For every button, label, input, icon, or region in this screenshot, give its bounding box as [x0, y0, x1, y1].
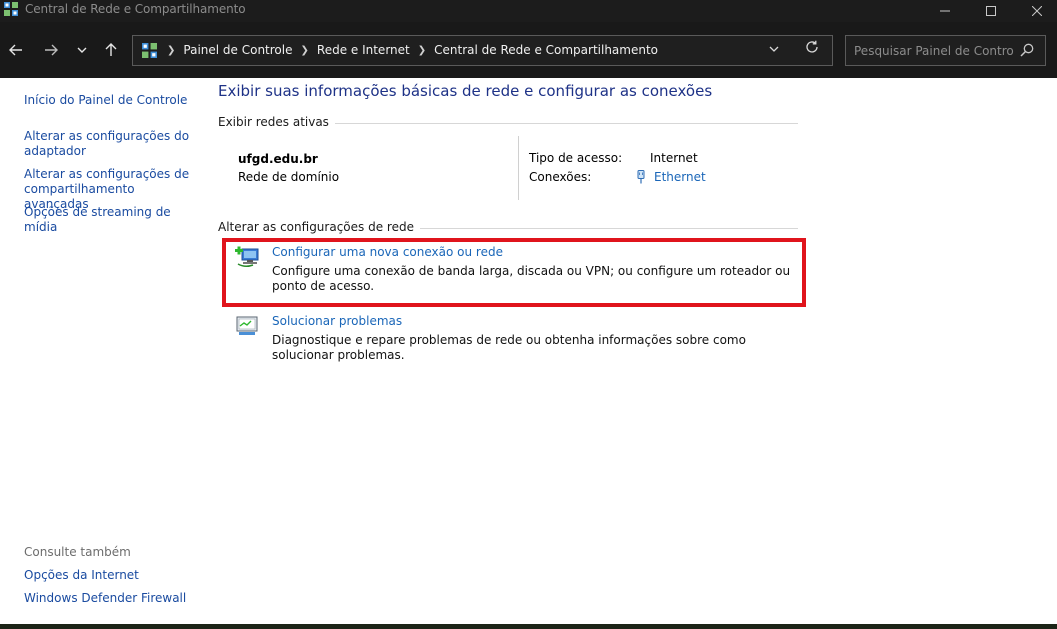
task-new-connection: Configurar uma nova conexão ou rede Conf…: [235, 245, 795, 295]
left-navigation-pane: Início do Painel de Controle Alterar as …: [0, 78, 205, 629]
close-button[interactable]: [1014, 0, 1057, 22]
address-toolbar: ❯ Painel de Controle ❯ Rede e Internet ❯…: [0, 22, 1057, 78]
troubleshoot-icon: [236, 316, 258, 335]
setup-new-connection-description: Configure uma conexão de banda larga, di…: [272, 264, 791, 293]
refresh-button[interactable]: [805, 40, 819, 58]
search-icon[interactable]: [1019, 42, 1035, 58]
search-input[interactable]: [854, 42, 1014, 60]
ethernet-link-label[interactable]: Ethernet: [654, 170, 706, 184]
chevron-right-icon: ❯: [167, 44, 176, 56]
breadcrumb-painel-de-controle[interactable]: Painel de Controle: [183, 43, 292, 57]
troubleshoot-link[interactable]: Solucionar problemas: [272, 314, 402, 328]
connections-label: Conexões:: [529, 170, 592, 184]
maximize-icon: [986, 6, 996, 16]
bottom-edge: [0, 624, 1057, 629]
refresh-icon: [806, 40, 818, 53]
back-button[interactable]: [5, 39, 27, 61]
sidebar-link-internet-options[interactable]: Opções da Internet: [24, 568, 199, 583]
sidebar-link-adapter-settings[interactable]: Alterar as configurações do adaptador: [24, 129, 199, 159]
troubleshoot-description: Diagnostique e repare problemas de rede …: [272, 333, 746, 362]
arrow-up-icon: [105, 43, 117, 56]
recent-locations-button[interactable]: [71, 39, 93, 61]
network-name: ufgd.edu.br: [238, 152, 318, 166]
sidebar-link-home[interactable]: Início do Painel de Controle: [24, 93, 199, 108]
arrow-left-icon: [9, 44, 22, 56]
chevron-down-icon: [77, 47, 87, 53]
chevron-right-icon[interactable]: ❯: [301, 45, 309, 56]
vertical-divider: [518, 136, 519, 200]
window-title: Central de Rede e Compartilhamento: [25, 2, 246, 16]
ethernet-connection-link[interactable]: Ethernet: [635, 170, 706, 184]
task-troubleshoot: Solucionar problemas Diagnostique e repa…: [235, 314, 795, 364]
network-type[interactable]: Rede de domínio: [238, 170, 339, 184]
breadcrumb-central-de-rede[interactable]: Central de Rede e Compartilhamento: [434, 43, 658, 57]
maximize-button[interactable]: [968, 0, 1014, 22]
active-networks-heading: Exibir redes ativas: [218, 115, 335, 129]
sidebar-link-defender-firewall[interactable]: Windows Defender Firewall: [24, 591, 199, 606]
close-icon: [1032, 6, 1042, 16]
minimize-button[interactable]: [922, 0, 968, 22]
address-bar[interactable]: ❯ Painel de Controle ❯ Rede e Internet ❯…: [132, 35, 833, 66]
search-box[interactable]: [845, 35, 1046, 66]
network-center-icon: [4, 2, 18, 16]
page-title: Exibir suas informações básicas de rede …: [218, 82, 713, 100]
forward-button[interactable]: [40, 39, 62, 61]
sidebar-link-media-streaming[interactable]: Opções de streaming de mídia: [24, 205, 199, 235]
address-dropdown-button[interactable]: [769, 42, 779, 56]
new-connection-icon: [235, 246, 259, 268]
title-bar: Central de Rede e Compartilhamento: [0, 0, 1057, 22]
access-type-label: Tipo de acesso:: [529, 151, 623, 165]
up-button[interactable]: [100, 39, 122, 61]
chevron-right-icon[interactable]: ❯: [418, 45, 426, 56]
setup-new-connection-link[interactable]: Configurar uma nova conexão ou rede: [272, 245, 503, 259]
minimize-icon: [940, 10, 950, 12]
main-content: Exibir suas informações básicas de rede …: [205, 78, 1057, 629]
see-also-heading: Consulte também: [24, 545, 131, 559]
access-type-value: Internet: [650, 151, 698, 165]
ethernet-icon: [637, 170, 645, 184]
change-settings-heading: Alterar as configurações de rede: [218, 220, 420, 234]
arrow-right-icon: [45, 44, 58, 56]
breadcrumb: ❯ Painel de Controle ❯ Rede e Internet ❯…: [163, 43, 662, 57]
breadcrumb-rede-e-internet[interactable]: Rede e Internet: [317, 43, 410, 57]
control-panel-icon: [142, 43, 157, 58]
chevron-down-icon: [769, 46, 779, 52]
